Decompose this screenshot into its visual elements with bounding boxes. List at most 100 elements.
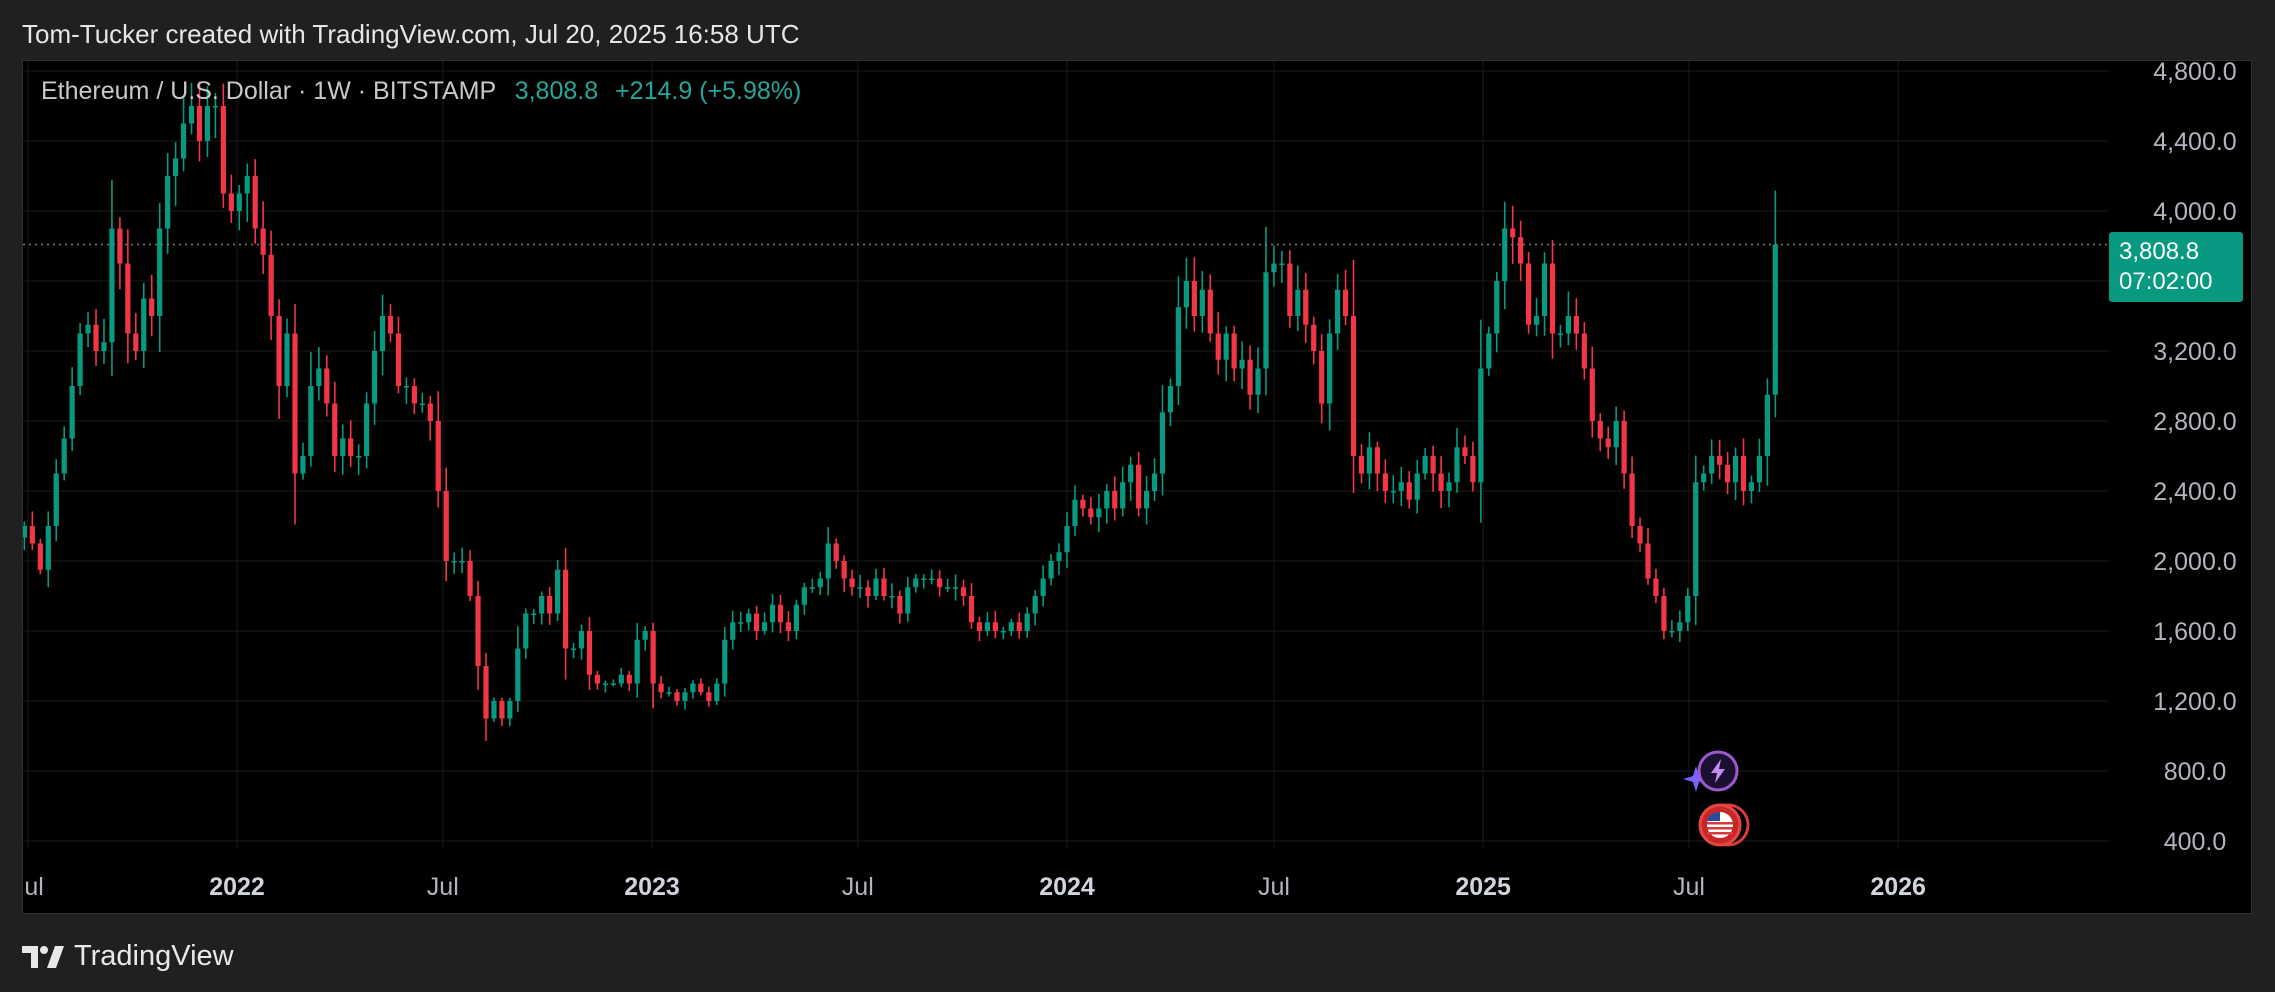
candle[interactable] (467, 550, 473, 602)
candle[interactable] (316, 347, 322, 401)
candle[interactable] (952, 574, 959, 601)
candle[interactable] (1151, 458, 1158, 502)
candle[interactable] (1104, 484, 1110, 524)
candle[interactable] (968, 583, 975, 629)
candle[interactable] (1223, 326, 1229, 382)
candle[interactable] (738, 611, 744, 633)
candle[interactable] (1661, 587, 1667, 640)
candle[interactable] (682, 687, 688, 710)
candle[interactable] (37, 538, 43, 575)
candle[interactable] (809, 578, 815, 593)
candle[interactable] (1549, 239, 1556, 359)
candle[interactable] (1319, 334, 1325, 424)
candle[interactable] (1414, 459, 1420, 514)
candle[interactable] (937, 570, 943, 597)
candle[interactable] (945, 578, 951, 593)
candle[interactable] (411, 378, 417, 415)
candle[interactable] (570, 642, 577, 659)
candle[interactable] (539, 591, 545, 625)
candle[interactable] (1724, 452, 1731, 495)
candle[interactable] (1541, 252, 1548, 336)
candle[interactable] (141, 283, 147, 369)
candle[interactable] (101, 318, 107, 364)
symbol-legend[interactable]: Ethereum / U.S. Dollar · 1W · BITSTAMP 3… (41, 77, 801, 106)
candle[interactable] (889, 583, 895, 609)
candle[interactable] (1207, 274, 1213, 342)
candle[interactable] (897, 590, 903, 624)
candle[interactable] (610, 679, 616, 687)
candle[interactable] (93, 308, 99, 366)
candle[interactable] (594, 670, 601, 690)
candle[interactable] (1756, 438, 1763, 492)
candle[interactable] (364, 392, 370, 469)
candle[interactable] (929, 569, 935, 585)
candle[interactable] (1533, 297, 1540, 337)
candle[interactable] (849, 569, 855, 596)
candle[interactable] (1231, 325, 1237, 382)
candle[interactable] (873, 568, 879, 601)
lightning-event-icon[interactable] (1697, 750, 1739, 792)
candle[interactable] (499, 697, 505, 726)
candle[interactable] (658, 676, 664, 699)
candle[interactable] (562, 548, 569, 680)
candle[interactable] (1637, 517, 1643, 553)
candle[interactable] (515, 626, 521, 712)
candle[interactable] (1128, 456, 1134, 501)
candle[interactable] (1605, 426, 1611, 460)
candle[interactable] (125, 229, 131, 364)
candle[interactable] (252, 159, 258, 244)
candle[interactable] (379, 294, 386, 376)
candle[interactable] (555, 559, 561, 621)
candle[interactable] (618, 667, 624, 687)
candle[interactable] (1502, 201, 1508, 310)
candle[interactable] (260, 201, 266, 274)
candle[interactable] (117, 217, 123, 290)
candle[interactable] (706, 686, 712, 707)
candle[interactable] (1510, 205, 1516, 264)
candle[interactable] (276, 299, 282, 419)
candle[interactable] (1191, 257, 1197, 332)
candle[interactable] (1096, 493, 1102, 532)
candle[interactable] (1350, 259, 1357, 493)
candle[interactable] (905, 577, 911, 622)
candle[interactable] (356, 444, 362, 476)
candle[interactable] (507, 697, 513, 727)
candle[interactable] (1597, 413, 1603, 452)
candle[interactable] (1183, 257, 1189, 329)
candle[interactable] (1685, 588, 1691, 632)
candle[interactable] (730, 610, 736, 650)
candle[interactable] (1398, 466, 1404, 506)
candle[interactable] (1557, 324, 1564, 348)
candle[interactable] (1382, 459, 1388, 503)
candle[interactable] (61, 426, 67, 481)
candle[interactable] (1406, 471, 1412, 509)
candle[interactable] (371, 330, 378, 425)
candle[interactable] (69, 367, 75, 451)
candle[interactable] (1080, 494, 1086, 517)
candle[interactable] (149, 274, 155, 337)
candle[interactable] (1303, 273, 1309, 343)
candle[interactable] (53, 459, 59, 542)
candle[interactable] (746, 608, 752, 631)
candle[interactable] (1621, 410, 1627, 489)
chart-panel[interactable]: 4,800.04,400.04,000.03,600.03,200.02,800… (22, 60, 2252, 914)
candle[interactable] (133, 313, 139, 361)
candle[interactable] (1120, 466, 1126, 517)
candle[interactable] (690, 680, 696, 699)
candle[interactable] (865, 580, 871, 608)
candle[interactable] (1112, 476, 1118, 521)
candle[interactable] (403, 377, 410, 404)
candle[interactable] (1032, 590, 1038, 626)
candle[interactable] (1462, 435, 1468, 465)
candle[interactable] (23, 521, 27, 551)
candle[interactable] (1709, 439, 1715, 485)
candle[interactable] (825, 527, 831, 596)
candle[interactable] (1581, 322, 1587, 380)
candle[interactable] (1446, 472, 1452, 508)
candle[interactable] (85, 311, 91, 348)
candle[interactable] (984, 612, 991, 636)
candle[interactable] (475, 580, 481, 690)
candle[interactable] (1358, 444, 1365, 484)
candle[interactable] (642, 626, 648, 651)
candle[interactable] (1430, 445, 1436, 492)
